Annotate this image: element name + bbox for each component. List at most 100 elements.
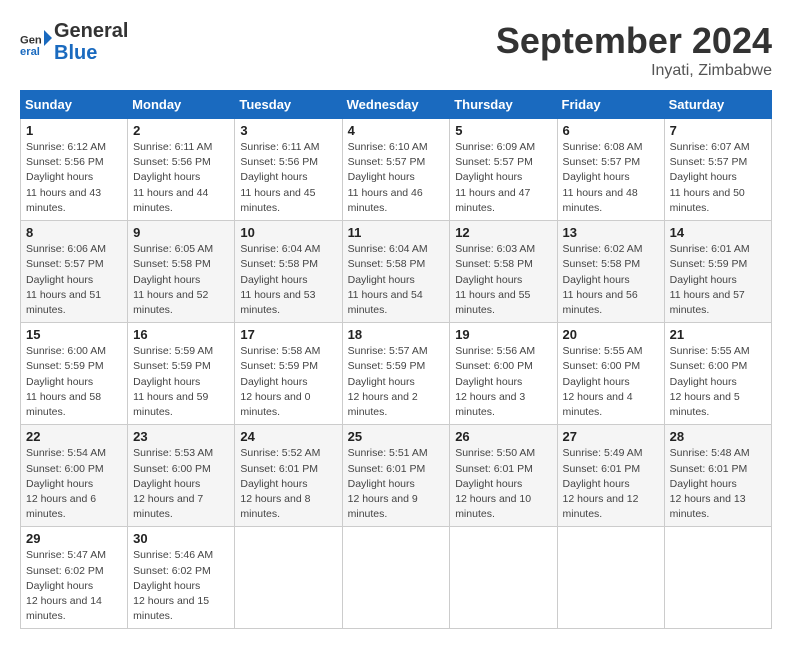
- day-info: Sunrise: 6:09 AM Sunset: 5:57 PM Dayligh…: [455, 140, 551, 216]
- daylight-label: Daylight hours: [348, 376, 415, 388]
- daylight-label: Daylight hours: [240, 376, 307, 388]
- calendar-week-row: 29 Sunrise: 5:47 AM Sunset: 6:02 PM Dayl…: [21, 527, 772, 629]
- daylight-label: Daylight hours: [26, 274, 93, 286]
- day-number: 19: [455, 327, 551, 342]
- daylight-label: Daylight hours: [348, 274, 415, 286]
- day-info: Sunrise: 5:57 AM Sunset: 5:59 PM Dayligh…: [348, 344, 445, 420]
- daylight-value: 12 hours and 6 minutes.: [26, 493, 96, 520]
- table-row: 21 Sunrise: 5:55 AM Sunset: 6:00 PM Dayl…: [664, 323, 771, 425]
- table-row: 14 Sunrise: 6:01 AM Sunset: 5:59 PM Dayl…: [664, 221, 771, 323]
- day-info: Sunrise: 6:01 AM Sunset: 5:59 PM Dayligh…: [670, 242, 766, 318]
- daylight-label: Daylight hours: [455, 171, 522, 183]
- sunrise-label: Sunrise: 6:02 AM: [563, 243, 643, 255]
- day-number: 22: [26, 429, 122, 444]
- svg-text:Gen: Gen: [20, 35, 42, 47]
- daylight-label: Daylight hours: [670, 478, 737, 490]
- sunset-label: Sunset: 5:58 PM: [240, 258, 318, 270]
- table-row: 28 Sunrise: 5:48 AM Sunset: 6:01 PM Dayl…: [664, 425, 771, 527]
- sunrise-label: Sunrise: 6:04 AM: [348, 243, 428, 255]
- daylight-value: 11 hours and 58 minutes.: [26, 391, 101, 418]
- month-title: September 2024: [496, 20, 772, 62]
- daylight-label: Daylight hours: [563, 274, 630, 286]
- day-info: Sunrise: 6:08 AM Sunset: 5:57 PM Dayligh…: [563, 140, 659, 216]
- col-wednesday: Wednesday: [342, 91, 450, 119]
- page-header: Gen eral General Blue September 2024 Iny…: [20, 20, 772, 80]
- daylight-value: 11 hours and 54 minutes.: [348, 289, 423, 316]
- daylight-label: Daylight hours: [348, 478, 415, 490]
- day-number: 18: [348, 327, 445, 342]
- daylight-value: 12 hours and 5 minutes.: [670, 391, 740, 418]
- day-info: Sunrise: 5:51 AM Sunset: 6:01 PM Dayligh…: [348, 446, 445, 522]
- daylight-value: 11 hours and 46 minutes.: [348, 187, 423, 214]
- sunrise-label: Sunrise: 5:53 AM: [133, 447, 213, 459]
- calendar-table: Sunday Monday Tuesday Wednesday Thursday…: [20, 90, 772, 629]
- daylight-value: 12 hours and 7 minutes.: [133, 493, 203, 520]
- day-number: 9: [133, 225, 229, 240]
- day-info: Sunrise: 5:52 AM Sunset: 6:01 PM Dayligh…: [240, 446, 336, 522]
- day-info: Sunrise: 6:00 AM Sunset: 5:59 PM Dayligh…: [26, 344, 122, 420]
- day-info: Sunrise: 5:46 AM Sunset: 6:02 PM Dayligh…: [133, 548, 229, 624]
- daylight-value: 11 hours and 56 minutes.: [563, 289, 638, 316]
- day-number: 13: [563, 225, 659, 240]
- day-number: 30: [133, 531, 229, 546]
- sunset-label: Sunset: 6:00 PM: [26, 463, 104, 475]
- sunset-label: Sunset: 6:01 PM: [670, 463, 748, 475]
- table-row: 8 Sunrise: 6:06 AM Sunset: 5:57 PM Dayli…: [21, 221, 128, 323]
- calendar-week-row: 22 Sunrise: 5:54 AM Sunset: 6:00 PM Dayl…: [21, 425, 772, 527]
- day-number: 14: [670, 225, 766, 240]
- sunrise-label: Sunrise: 5:55 AM: [670, 345, 750, 357]
- sunset-label: Sunset: 5:57 PM: [26, 258, 104, 270]
- daylight-label: Daylight hours: [455, 478, 522, 490]
- daylight-value: 11 hours and 43 minutes.: [26, 187, 101, 214]
- daylight-label: Daylight hours: [240, 171, 307, 183]
- svg-text:eral: eral: [20, 46, 40, 58]
- daylight-label: Daylight hours: [26, 580, 93, 592]
- day-info: Sunrise: 5:49 AM Sunset: 6:01 PM Dayligh…: [563, 446, 659, 522]
- daylight-value: 11 hours and 53 minutes.: [240, 289, 315, 316]
- calendar-week-row: 15 Sunrise: 6:00 AM Sunset: 5:59 PM Dayl…: [21, 323, 772, 425]
- table-row: 27 Sunrise: 5:49 AM Sunset: 6:01 PM Dayl…: [557, 425, 664, 527]
- sunrise-label: Sunrise: 6:09 AM: [455, 141, 535, 153]
- daylight-value: 12 hours and 3 minutes.: [455, 391, 525, 418]
- daylight-value: 11 hours and 57 minutes.: [670, 289, 745, 316]
- sunset-label: Sunset: 5:59 PM: [133, 360, 211, 372]
- day-info: Sunrise: 5:56 AM Sunset: 6:00 PM Dayligh…: [455, 344, 551, 420]
- day-number: 16: [133, 327, 229, 342]
- sunset-label: Sunset: 5:58 PM: [133, 258, 211, 270]
- table-row: 11 Sunrise: 6:04 AM Sunset: 5:58 PM Dayl…: [342, 221, 450, 323]
- daylight-label: Daylight hours: [26, 478, 93, 490]
- daylight-value: 11 hours and 52 minutes.: [133, 289, 208, 316]
- day-number: 28: [670, 429, 766, 444]
- sunset-label: Sunset: 5:59 PM: [240, 360, 318, 372]
- table-row: 19 Sunrise: 5:56 AM Sunset: 6:00 PM Dayl…: [450, 323, 557, 425]
- day-info: Sunrise: 6:11 AM Sunset: 5:56 PM Dayligh…: [240, 140, 336, 216]
- daylight-value: 11 hours and 51 minutes.: [26, 289, 101, 316]
- daylight-label: Daylight hours: [240, 478, 307, 490]
- day-info: Sunrise: 6:07 AM Sunset: 5:57 PM Dayligh…: [670, 140, 766, 216]
- empty-cell: [557, 527, 664, 629]
- sunset-label: Sunset: 6:01 PM: [240, 463, 318, 475]
- logo-blue: Blue: [54, 42, 128, 64]
- day-number: 12: [455, 225, 551, 240]
- daylight-value: 12 hours and 4 minutes.: [563, 391, 633, 418]
- title-block: September 2024 Inyati, Zimbabwe: [496, 20, 772, 80]
- day-number: 4: [348, 123, 445, 138]
- sunset-label: Sunset: 6:00 PM: [563, 360, 641, 372]
- calendar-week-row: 8 Sunrise: 6:06 AM Sunset: 5:57 PM Dayli…: [21, 221, 772, 323]
- sunrise-label: Sunrise: 5:55 AM: [563, 345, 643, 357]
- day-number: 24: [240, 429, 336, 444]
- col-tuesday: Tuesday: [235, 91, 342, 119]
- day-number: 21: [670, 327, 766, 342]
- daylight-label: Daylight hours: [26, 376, 93, 388]
- daylight-value: 11 hours and 47 minutes.: [455, 187, 530, 214]
- sunset-label: Sunset: 6:01 PM: [455, 463, 533, 475]
- calendar-header-row: Sunday Monday Tuesday Wednesday Thursday…: [21, 91, 772, 119]
- day-info: Sunrise: 6:10 AM Sunset: 5:57 PM Dayligh…: [348, 140, 445, 216]
- table-row: 2 Sunrise: 6:11 AM Sunset: 5:56 PM Dayli…: [128, 119, 235, 221]
- sunset-label: Sunset: 6:01 PM: [348, 463, 426, 475]
- table-row: 9 Sunrise: 6:05 AM Sunset: 5:58 PM Dayli…: [128, 221, 235, 323]
- table-row: 18 Sunrise: 5:57 AM Sunset: 5:59 PM Dayl…: [342, 323, 450, 425]
- day-number: 2: [133, 123, 229, 138]
- daylight-value: 11 hours and 50 minutes.: [670, 187, 745, 214]
- col-thursday: Thursday: [450, 91, 557, 119]
